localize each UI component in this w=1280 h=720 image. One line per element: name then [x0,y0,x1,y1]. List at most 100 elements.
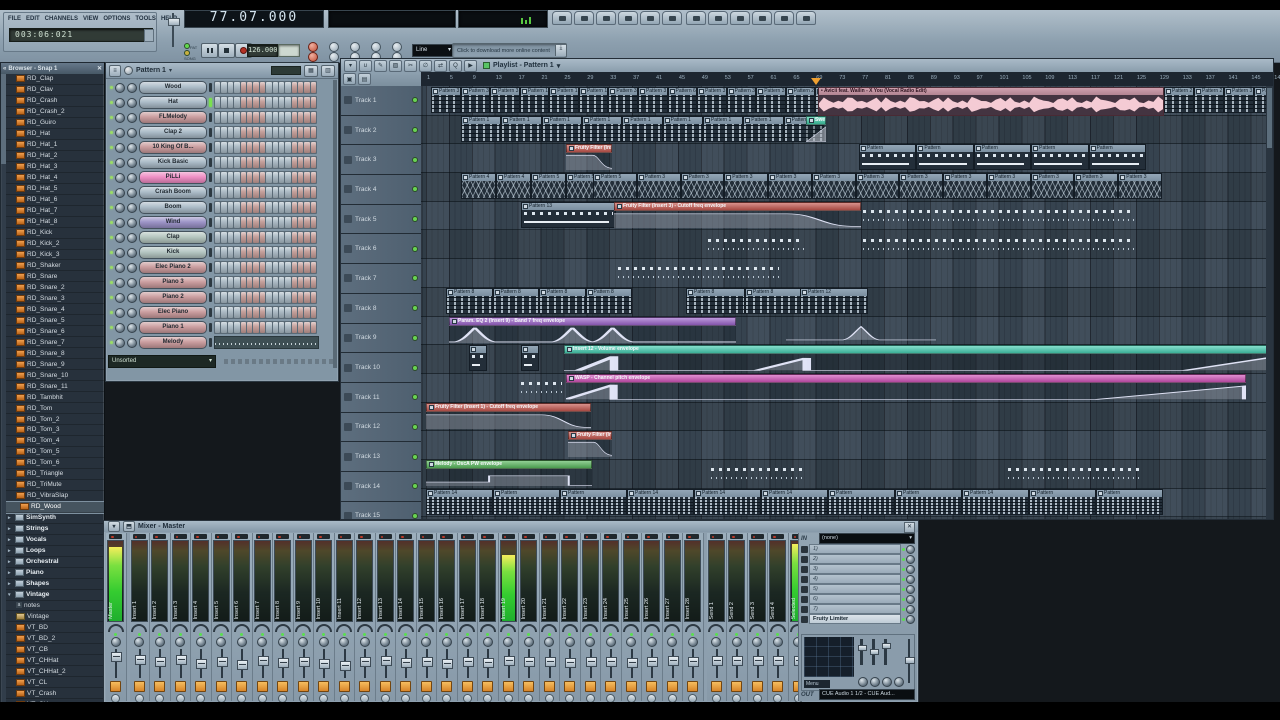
channel-button[interactable]: Elec Piano [139,306,207,319]
pan-knob[interactable] [115,338,125,348]
channel-led[interactable] [110,191,113,194]
step-cell[interactable] [292,277,297,288]
browser-item[interactable]: VT_BD_2 [6,633,104,644]
step-cell[interactable] [247,142,252,153]
step-cell[interactable] [311,172,316,183]
step-cell[interactable] [241,322,246,333]
step-cell[interactable] [221,232,226,243]
channel-button[interactable]: Piano 3 [139,276,207,289]
step-cell[interactable] [311,292,316,303]
step-cell[interactable] [298,322,303,333]
browser-item[interactable]: RD_Snare_11 [6,381,104,392]
pattern-clip[interactable]: Pattern 3 [490,87,520,113]
channel-activity-led[interactable] [209,188,212,197]
record-arm-badge[interactable] [502,534,515,539]
playhead-marker[interactable] [811,78,821,85]
pan-arc[interactable] [254,624,270,632]
slot-mix-knob[interactable] [906,555,915,564]
fader-handle[interactable] [668,656,679,666]
pattern-clip[interactable]: Pattern 13 [521,202,616,228]
time-display-mode-button[interactable] [144,29,154,42]
step-cell[interactable] [304,97,309,108]
mixer-strip-send-3[interactable]: Send 3 [748,533,769,701]
pan-arc[interactable] [500,624,516,632]
step-cell[interactable] [247,247,252,258]
step-cell[interactable] [221,97,226,108]
strip-led[interactable] [445,633,448,636]
track-header[interactable]: Track 6 [341,234,421,264]
step-cell[interactable] [260,322,265,333]
record-arm-badge[interactable] [338,534,351,539]
step-cell[interactable] [215,127,220,138]
pattern-clip[interactable]: Pattern [859,144,916,170]
track-mute-led[interactable] [412,246,418,252]
pan-knob[interactable] [115,158,125,168]
step-cell[interactable] [221,172,226,183]
step-cell[interactable] [298,97,303,108]
automation-clip[interactable]: Fruity Filter (Insert ... [568,431,612,457]
pan-knob[interactable] [115,83,125,93]
step-cell[interactable] [266,97,271,108]
tempo-display[interactable]: 126.000 [247,44,278,57]
browser-item[interactable]: ▸SimSynth [6,513,104,524]
scrollbar-handle[interactable] [1267,88,1272,148]
step-cell[interactable] [247,127,252,138]
fx-enable-button[interactable] [441,681,452,692]
volume-fader[interactable] [519,648,539,679]
channel-led[interactable] [110,296,113,299]
volume-fader[interactable] [437,648,457,679]
step-cell[interactable] [285,322,290,333]
step-cell[interactable] [241,97,246,108]
channel-led[interactable] [110,206,113,209]
step-cell[interactable] [215,82,220,93]
mixer-strip-insert-21[interactable]: Insert 21 [540,533,561,701]
fx-enable-button[interactable] [195,681,206,692]
fader-handle[interactable] [196,659,207,669]
strip-led[interactable] [220,633,223,636]
step-cell[interactable] [241,82,246,93]
channel-activity-led[interactable] [209,128,212,137]
step-cell[interactable] [279,322,284,333]
step-cell[interactable] [228,262,233,273]
record-arm-badge[interactable] [686,534,699,539]
step-cell[interactable] [215,232,220,243]
step-cell[interactable] [279,202,284,213]
menu-file[interactable]: FILE [8,16,21,22]
pan-knob[interactable] [115,113,125,123]
pattern-name[interactable]: Pattern 1 [136,67,166,74]
slot-name[interactable]: 1) [809,544,901,554]
volume-knob[interactable] [127,218,137,228]
volume-knob[interactable] [127,83,137,93]
step-cell[interactable] [260,247,265,258]
step-cell[interactable] [266,292,271,303]
shortcut-tab[interactable] [796,11,816,25]
browser-item[interactable]: RD_Snare_4 [6,304,104,315]
mixer-strip-insert-28[interactable]: Insert 28 [683,533,704,701]
fader-handle[interactable] [258,656,269,666]
channel-led[interactable] [110,101,113,104]
fader-handle[interactable] [155,657,166,667]
stereo-knob[interactable] [732,637,742,647]
shortcut-tab[interactable] [752,11,772,25]
slot-options-button[interactable] [801,576,808,583]
pan-arc[interactable] [418,624,434,632]
stereo-knob[interactable] [134,637,144,647]
step-cell[interactable] [247,202,252,213]
volume-fader[interactable] [396,648,416,679]
step-cell[interactable] [228,187,233,198]
channel-led[interactable] [110,116,113,119]
track-mute-led[interactable] [412,483,418,489]
record-arm-badge[interactable] [297,534,310,539]
step-cell[interactable] [234,322,239,333]
slot-name[interactable]: Fruity Limiter [809,614,901,624]
strip-led[interactable] [650,633,653,636]
channel-button[interactable]: Kick Basic [139,156,207,169]
step-cell[interactable] [292,322,297,333]
pan-knob[interactable] [115,293,125,303]
pattern-clip[interactable]: Pattern 8 [745,288,804,314]
mixer-strip-insert-6[interactable]: Insert 6 [232,533,253,701]
clip-strip[interactable] [519,382,564,398]
fader-handle[interactable] [278,658,289,668]
slot-options-button[interactable] [801,546,808,553]
track-header[interactable]: Track 14 [341,472,421,502]
